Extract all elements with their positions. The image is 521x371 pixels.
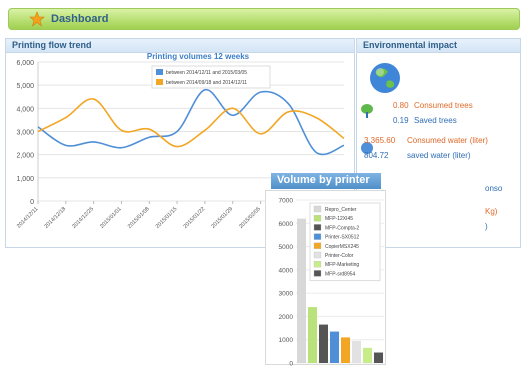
partial-text: Kg)	[485, 207, 498, 216]
volume-by-printer-bar-chart: 0 1000 2000 3000 4000 5000 6000 7000 Repro_Cente…	[279, 198, 384, 368]
panel-title: Environmental impact	[363, 40, 458, 50]
consumed-water-label: Consumed water (liter)	[407, 136, 488, 145]
x-tick-label: 2014/12/25	[71, 206, 95, 230]
saved-water-value: 804.72	[364, 151, 389, 160]
x-tick-label: 2015/01/29	[210, 206, 234, 230]
consumed-water-value: 3,365.60	[364, 136, 396, 145]
y-tick-label: 4,000	[16, 106, 34, 113]
x-tick-label: 2015/01/01	[99, 206, 123, 230]
consumed-trees-value: 0.80	[393, 101, 409, 110]
y-tick-label: 7000	[279, 198, 294, 205]
y-tick-label: 6000	[279, 221, 294, 228]
legend-label: MFP-12XI45	[325, 216, 353, 222]
x-tick-label: 2015/02/05	[238, 206, 262, 230]
saved-trees-label: Saved trees	[414, 116, 457, 125]
bar	[373, 352, 384, 363]
y-tick-label: 1000	[279, 337, 294, 344]
legend-label: between 2014/09/18 and 2014/12/11	[166, 80, 247, 86]
y-tick-label: 5,000	[16, 83, 34, 90]
y-tick-label: 3,000	[16, 130, 34, 137]
consumed-trees-label: Consumed trees	[414, 101, 473, 110]
y-tick-label: 1,000	[16, 176, 34, 183]
legend-swatch	[313, 242, 322, 249]
saved-trees-value: 0.19	[393, 116, 409, 125]
globe-icon	[370, 63, 400, 93]
chart-title: Printing volumes 12 weeks	[147, 53, 250, 61]
y-tick-label: 3000	[279, 291, 294, 298]
y-tick-label: 0	[289, 361, 293, 367]
y-tick-label: 6,000	[16, 60, 34, 67]
volume-by-printer-title: Volume by printer	[271, 173, 381, 189]
bar	[329, 331, 340, 363]
panel-title: Printing flow trend	[12, 40, 92, 50]
saved-water-label: saved water (liter)	[407, 151, 471, 160]
panel-header: Environmental impact	[357, 39, 520, 53]
legend-swatch	[313, 261, 322, 268]
series-line	[37, 88, 345, 156]
legend-swatch	[156, 79, 163, 85]
partial-text: )	[485, 222, 488, 231]
legend-swatch	[156, 69, 163, 75]
legend-label: MFP-Compta-2	[325, 225, 359, 231]
legend-label: between 2014/12/11 and 2015/03/05	[166, 70, 247, 76]
legend-swatch	[313, 215, 322, 222]
legend-label: CopierMSX245	[325, 244, 359, 250]
legend-swatch	[313, 270, 322, 277]
x-tick-label: 2015/01/15	[155, 206, 179, 230]
dashboard-header: Dashboard	[8, 8, 520, 30]
bar	[318, 324, 329, 363]
y-tick-label: 4000	[279, 267, 294, 274]
x-tick-label: 2015/01/08	[127, 206, 151, 230]
bar	[340, 337, 351, 363]
legend-swatch	[313, 233, 322, 240]
panel-header: Printing flow trend	[6, 39, 354, 53]
series-line	[37, 98, 345, 148]
x-tick-label: 2015/01/22	[183, 206, 207, 230]
legend-swatch	[313, 205, 322, 213]
legend-label: MFP-Marketing	[325, 262, 359, 268]
y-tick-label: 5000	[279, 244, 294, 251]
x-tick-label: 2014/12/18	[44, 206, 68, 230]
bar	[296, 218, 307, 363]
bar	[362, 347, 373, 363]
legend-box	[309, 202, 381, 282]
legend-swatch	[313, 251, 322, 259]
volume-by-printer-panel: 0 1000 2000 3000 4000 5000 6000 7000 Repro_Cente…	[265, 190, 386, 368]
tree-icon	[361, 104, 373, 118]
legend-label: Repro_Center	[325, 207, 357, 213]
partial-text: onso	[485, 184, 503, 193]
page-title: Dashboard	[51, 13, 109, 25]
bar	[307, 307, 318, 363]
legend-label: Printer-SX0512	[325, 235, 359, 241]
legend-label: MFP-srd8954	[325, 271, 356, 277]
legend-label: Printer-Color	[325, 253, 354, 259]
legend-swatch	[313, 224, 322, 231]
bar	[351, 340, 362, 363]
y-tick-label: 0	[30, 199, 34, 206]
star-icon	[29, 11, 45, 27]
y-tick-label: 2000	[279, 314, 294, 321]
x-tick-label: 2014/12/11	[16, 206, 39, 229]
y-tick-label: 2,000	[16, 153, 34, 160]
